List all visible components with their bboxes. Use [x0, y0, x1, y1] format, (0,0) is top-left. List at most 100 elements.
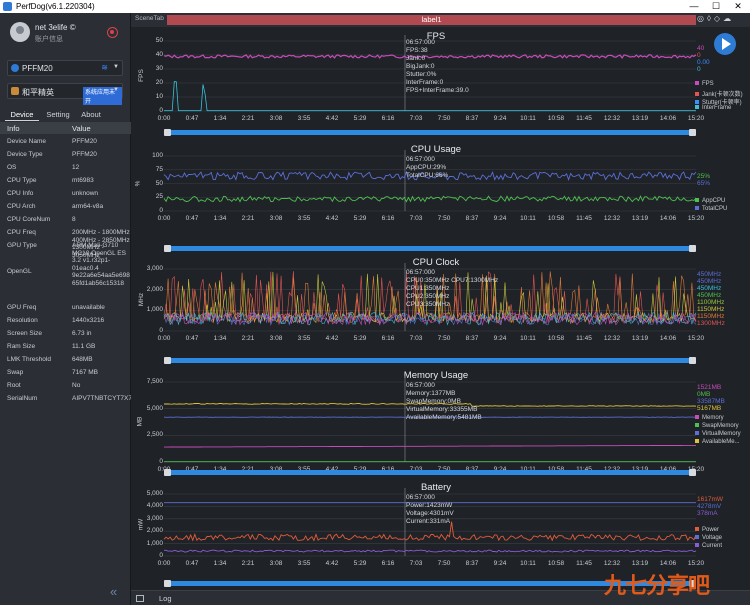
y-axis-label: mW — [137, 518, 145, 531]
tab-device[interactable]: Device — [5, 109, 39, 121]
record-icon[interactable] — [107, 27, 118, 38]
current-line — [163, 549, 697, 553]
y-tick-label: 4,000 — [146, 502, 163, 510]
x-tick-label: 7:50 — [437, 560, 451, 567]
account-info-link[interactable]: 账户信息 — [35, 34, 63, 44]
app-icon — [11, 87, 19, 95]
app-title: PerfDog(v6.1.220304) — [16, 2, 95, 11]
avatar[interactable] — [10, 22, 30, 42]
row-value: 1440x3216 — [72, 317, 105, 324]
row-key: Swap — [7, 369, 24, 376]
x-tick-label: 15:20 — [687, 560, 705, 567]
row-value: 12 — [72, 164, 80, 171]
tab-about[interactable]: About — [77, 109, 105, 121]
x-tick-label: 13:19 — [631, 560, 649, 567]
row-key: LMK Threshold — [7, 356, 51, 363]
legend-label: Current — [702, 543, 723, 549]
row-value: 648MB — [72, 356, 93, 363]
collapse-panel-icon[interactable]: « — [110, 584, 117, 599]
row-key: Screen Size — [7, 330, 43, 337]
x-tick-label: 0:00 — [157, 560, 171, 567]
tooltip-line: Voltage:4301mV — [406, 510, 454, 517]
tooltip-line: 06:57:000 — [406, 494, 435, 501]
row-value: PFFM20 — [72, 151, 97, 158]
user-section: net 3elife © 账户信息 — [0, 13, 131, 53]
maximize-button[interactable]: ☐ — [705, 0, 727, 13]
y-tick-label: 0 — [159, 552, 163, 559]
column-header-info: Info — [7, 124, 20, 133]
main-area: SceneTab label1 ◎◊◇☁ FPS 50 40 30 20 10 0 FPS 0:… — [131, 13, 750, 605]
legend-label: Power — [702, 527, 720, 533]
x-tick-label: 0:47 — [185, 560, 199, 567]
x-tick-label: 3:55 — [297, 560, 311, 567]
row-value: AIPV7TNBTCYT7X7D — [72, 395, 137, 402]
chevron-down-icon: ▼ — [113, 64, 119, 70]
current-value: 1617mW — [697, 496, 724, 503]
row-key: CPU Freq — [7, 229, 36, 236]
row-key: CPU Info — [7, 190, 34, 197]
tooltip-line: Current:331mA — [406, 518, 451, 525]
row-key: GPU Freq — [7, 304, 37, 311]
legend-item[interactable]: Current — [695, 543, 722, 549]
row-key: CPU Type — [7, 177, 37, 184]
app-select-label: 和平精英 — [22, 88, 54, 97]
current-value: 378mA — [697, 510, 718, 517]
legend-item[interactable]: Voltage — [695, 535, 722, 541]
slider-handle-left[interactable] — [164, 580, 171, 587]
x-tick-label: 14:06 — [659, 560, 677, 567]
row-key: CPU CoreNum — [7, 216, 51, 223]
row-value: arm64-v8a — [72, 203, 104, 210]
row-key: Ram Size — [7, 343, 36, 350]
row-value: No — [72, 382, 81, 389]
user-name: net 3elife © — [35, 23, 76, 32]
row-key: CPU Arch — [7, 203, 36, 210]
log-label[interactable]: Log — [159, 594, 172, 603]
x-tick-label: 2:21 — [241, 560, 255, 567]
chevron-down-icon: ▼ — [113, 87, 119, 93]
table-header: Info Value — [0, 122, 131, 134]
legend-label: Voltage — [702, 535, 723, 541]
watermark: 九七分享吧 — [604, 573, 710, 598]
row-value: 11.1 GB — [72, 343, 96, 350]
row-value: mt6983 — [72, 177, 94, 184]
x-tick-label: 7:03 — [409, 560, 423, 567]
x-tick-label: 9:24 — [493, 560, 507, 567]
row-key: SerialNum — [7, 395, 38, 402]
minimize-button[interactable]: — — [683, 0, 705, 13]
column-header-value: Value — [72, 124, 91, 133]
row-value: 8 — [72, 216, 76, 223]
device-select-label: PFFM20 — [22, 64, 53, 73]
x-tick-label: 4:42 — [325, 560, 339, 567]
row-value: 6.73 in — [72, 330, 92, 337]
tab-setting[interactable]: Setting — [43, 109, 73, 121]
row-key: OS — [7, 164, 17, 171]
y-tick-label: 5,000 — [146, 490, 163, 497]
row-value: unavailable — [72, 304, 105, 311]
row-value: 7167 MB — [72, 369, 99, 376]
x-tick-label: 10:11 — [520, 560, 536, 567]
x-tick-label: 5:29 — [353, 560, 367, 567]
row-key: Resolution — [7, 317, 38, 324]
log-toggle-icon[interactable] — [136, 595, 144, 602]
title-bar: PerfDog(v6.1.220304) — ☐ ✕ — [0, 0, 750, 13]
device-select[interactable]: PFFM20 ≋ ▼ — [7, 60, 123, 76]
x-tick-label: 3:08 — [269, 560, 283, 567]
left-panel: net 3elife © 账户信息 PFFM20 ≋ ▼ 和平精英 系统应用未开… — [0, 13, 137, 605]
y-tick-label: 1,000 — [146, 539, 163, 547]
x-tick-label: 1:34 — [213, 560, 227, 567]
row-key: Device Name — [7, 138, 47, 145]
close-button[interactable]: ✕ — [727, 0, 749, 13]
current-value: 4278mV — [697, 503, 722, 510]
x-tick-label: 6:16 — [381, 560, 395, 567]
row-key: Device Type — [7, 151, 43, 158]
x-tick-label: 8:37 — [465, 560, 479, 567]
legend-swatch — [695, 527, 699, 532]
wifi-icon: ≋ — [101, 63, 108, 72]
legend-item[interactable]: Power — [695, 527, 719, 533]
x-tick-label: 11:45 — [576, 560, 592, 567]
app-select[interactable]: 和平精英 系统应用未开 ▼ — [7, 83, 123, 105]
x-tick-label: 12:32 — [603, 560, 621, 567]
legend-swatch — [695, 535, 699, 540]
x-tick-label: 10:58 — [547, 560, 565, 567]
row-value: ARM Mali-G710 MC10 OpenGL ES 3.2 v1.r32p… — [72, 242, 130, 287]
